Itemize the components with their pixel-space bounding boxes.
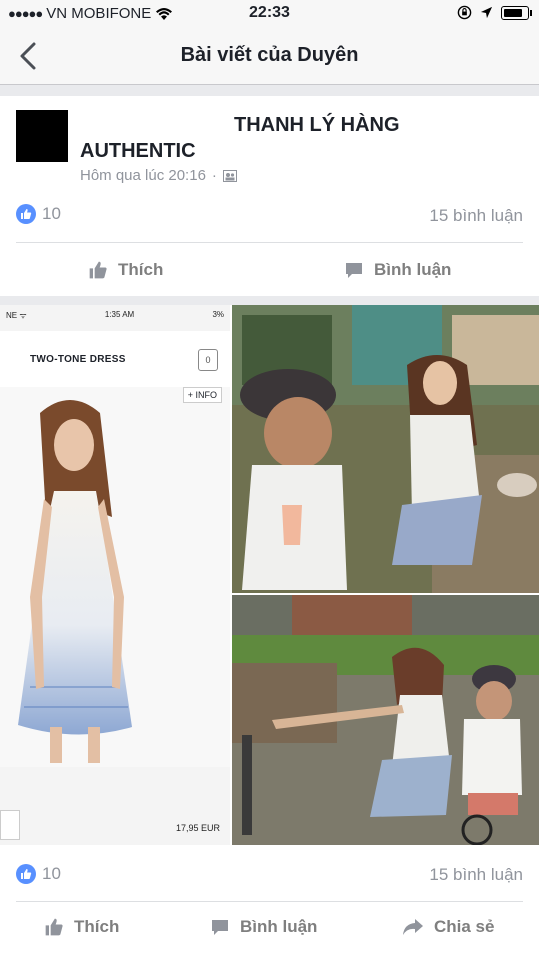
page-title: Bài viết của Duyên — [180, 44, 359, 66]
location-arrow-icon — [480, 6, 493, 19]
share-arrow-icon — [403, 919, 423, 935]
comment-count[interactable]: 15 bình luận — [429, 206, 523, 226]
shopping-bag-icon: 0 — [198, 348, 218, 371]
post-title-line2: AUTHENTIC — [80, 140, 196, 162]
like-count: 10 — [42, 204, 61, 223]
post-card: THANH LÝ HÀNG AUTHENTIC Hôm qua lúc 20:1… — [0, 96, 539, 296]
post-title-line1: THANH LÝ HÀNG — [234, 114, 400, 136]
photo-comment-button[interactable]: Bình luận — [210, 917, 317, 937]
share-button[interactable]: Chia sẻ — [402, 917, 494, 937]
info-button: + INFO — [182, 387, 222, 403]
photo-like-count: 10 — [42, 864, 61, 883]
photo-mother-child-park[interactable] — [232, 595, 539, 845]
battery-icon — [501, 5, 532, 20]
photo-mother-child-bench[interactable] — [232, 305, 539, 593]
reaction-summary[interactable]: 10 — [16, 204, 61, 224]
photo-product-screenshot[interactable]: NE ᯤ 1:35 AM 3% TWO-TONE DRESS 0 + INFO — [0, 305, 230, 845]
status-icons — [457, 5, 532, 20]
screenshot-time: 1:35 AM — [104, 310, 135, 319]
screenshot-battery: 3% — [212, 310, 224, 319]
photo-like-label: Thích — [74, 917, 120, 936]
thumbs-up-icon — [89, 261, 107, 279]
photo-comment-label: Bình luận — [240, 917, 318, 936]
screenshot-header: TWO-TONE DRESS 0 — [0, 331, 230, 389]
share-label: Chia sẻ — [434, 917, 495, 936]
screenshot-thumb — [0, 810, 20, 840]
status-bar: ●●●●● VN MOBIFONE 22:33 — [0, 0, 539, 28]
comment-button[interactable]: Bình luận — [344, 260, 451, 280]
navigation-bar: Bài viết của Duyên — [0, 28, 539, 85]
post-meta: Hôm qua lúc 20:16 · — [80, 167, 237, 184]
photo-reaction-summary[interactable]: 10 — [16, 864, 61, 884]
photo-like-reaction-icon — [16, 864, 36, 884]
divider — [16, 242, 523, 243]
thumbs-up-icon — [45, 918, 63, 936]
photo-post-footer: 10 15 bình luận Thích Bình luận Chia sẻ — [0, 845, 539, 960]
like-reaction-icon — [16, 204, 36, 224]
photo-collage[interactable]: NE ᯤ 1:35 AM 3% TWO-TONE DRESS 0 + INFO — [0, 305, 539, 845]
comment-button-label: Bình luận — [374, 260, 452, 279]
meta-separator: · — [211, 167, 217, 184]
divider — [16, 901, 523, 902]
friends-audience-icon[interactable] — [222, 169, 237, 182]
post-title: THANH LÝ HÀNG AUTHENTIC — [80, 112, 520, 164]
comment-bubble-icon — [212, 920, 228, 935]
product-name: TWO-TONE DRESS — [30, 354, 126, 365]
cart-count: 0 — [205, 354, 211, 365]
like-button[interactable]: Thích — [88, 260, 163, 280]
photo-comment-count[interactable]: 15 bình luận — [429, 865, 523, 885]
screenshot-carrier: NE ᯤ — [6, 311, 27, 320]
rotation-lock-icon — [457, 5, 472, 20]
photo-like-button[interactable]: Thích — [44, 917, 119, 937]
model-dress-image — [0, 387, 230, 767]
post-timestamp[interactable]: Hôm qua lúc 20:16 — [80, 167, 206, 184]
screenshot-status-bar: NE ᯤ 1:35 AM 3% — [0, 305, 230, 331]
avatar[interactable] — [16, 110, 68, 162]
product-price: 17,95 EUR — [175, 823, 220, 833]
comment-bubble-icon — [346, 263, 362, 278]
like-button-label: Thích — [118, 260, 164, 279]
